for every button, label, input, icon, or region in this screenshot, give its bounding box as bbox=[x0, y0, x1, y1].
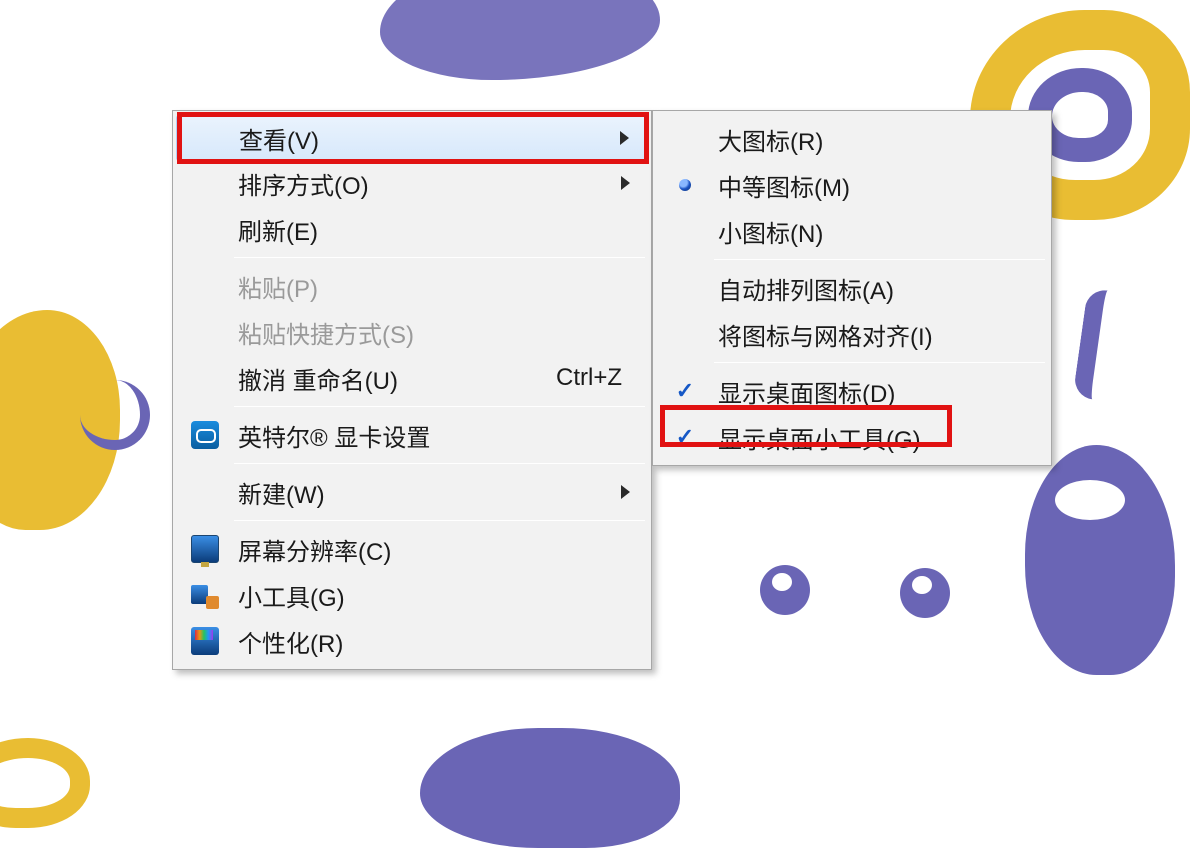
menu-item-label: 新建(W) bbox=[234, 475, 648, 510]
menu-item-new[interactable]: 新建(W) bbox=[176, 469, 648, 515]
menu-item-label: 粘贴快捷方式(S) bbox=[234, 315, 648, 350]
menu-item-label: 中等图标(M) bbox=[714, 168, 1048, 203]
wallpaper-shape bbox=[420, 728, 680, 848]
menu-item-label: 撤消 重命名(U) bbox=[234, 361, 556, 396]
menu-separator bbox=[234, 406, 645, 407]
menu-item-label: 英特尔® 显卡设置 bbox=[234, 418, 648, 453]
submenu-item-medium-icons[interactable]: 中等图标(M) bbox=[656, 162, 1048, 208]
view-submenu: 大图标(R) 中等图标(M) 小图标(N) 自动排列图标(A) 将图标与网格对齐… bbox=[652, 110, 1052, 466]
menu-item-sort[interactable]: 排序方式(O) bbox=[176, 160, 648, 206]
desktop-context-menu: 查看(V) 排序方式(O) 刷新(E) 粘贴(P) 粘贴快捷方式(S) 撤消 重… bbox=[172, 110, 652, 670]
menu-item-label: 自动排列图标(A) bbox=[714, 271, 1048, 306]
menu-item-label: 粘贴(P) bbox=[234, 269, 648, 304]
menu-item-label: 将图标与网格对齐(I) bbox=[714, 317, 1048, 352]
radio-selected-icon bbox=[679, 179, 691, 191]
menu-item-refresh[interactable]: 刷新(E) bbox=[176, 206, 648, 252]
menu-separator bbox=[234, 520, 645, 521]
menu-item-paste-shortcut: 粘贴快捷方式(S) bbox=[176, 309, 648, 355]
menu-item-view[interactable]: 查看(V) bbox=[176, 115, 648, 161]
wallpaper-shape bbox=[760, 565, 810, 615]
submenu-item-large-icons[interactable]: 大图标(R) bbox=[656, 116, 1048, 162]
menu-separator bbox=[714, 259, 1045, 260]
menu-item-paste: 粘贴(P) bbox=[176, 263, 648, 309]
menu-separator bbox=[714, 362, 1045, 363]
submenu-arrow-icon bbox=[621, 176, 630, 190]
personalize-icon bbox=[191, 627, 219, 655]
menu-item-label: 小工具(G) bbox=[234, 578, 648, 613]
menu-item-label: 屏幕分辨率(C) bbox=[234, 532, 648, 567]
menu-item-label: 小图标(N) bbox=[714, 214, 1048, 249]
menu-item-gadgets[interactable]: 小工具(G) bbox=[176, 572, 648, 618]
menu-item-screen-resolution[interactable]: 屏幕分辨率(C) bbox=[176, 526, 648, 572]
submenu-arrow-icon bbox=[621, 485, 630, 499]
menu-item-label: 个性化(R) bbox=[234, 624, 648, 659]
submenu-item-show-desktop-icons[interactable]: ✓ 显示桌面图标(D) bbox=[656, 368, 1048, 414]
menu-separator bbox=[234, 463, 645, 464]
menu-item-shortcut: Ctrl+Z bbox=[556, 364, 648, 392]
menu-item-label: 刷新(E) bbox=[234, 212, 648, 247]
wallpaper-shape bbox=[1073, 288, 1128, 402]
gadget-icon bbox=[191, 581, 219, 609]
checkmark-icon: ✓ bbox=[676, 424, 694, 450]
submenu-item-align-to-grid[interactable]: 将图标与网格对齐(I) bbox=[656, 311, 1048, 357]
submenu-item-small-icons[interactable]: 小图标(N) bbox=[656, 208, 1048, 254]
menu-item-label: 排序方式(O) bbox=[234, 166, 648, 201]
wallpaper-shape bbox=[0, 310, 120, 530]
checkmark-icon: ✓ bbox=[676, 378, 694, 404]
menu-item-label: 显示桌面小工具(G) bbox=[714, 420, 1048, 455]
menu-separator bbox=[234, 257, 645, 258]
wallpaper-shape bbox=[380, 0, 660, 80]
menu-item-intel-graphics[interactable]: 英特尔® 显卡设置 bbox=[176, 412, 648, 458]
menu-item-label: 查看(V) bbox=[235, 121, 647, 156]
submenu-arrow-icon bbox=[620, 131, 629, 145]
menu-item-label: 大图标(R) bbox=[714, 122, 1048, 157]
wallpaper-shape bbox=[900, 568, 950, 618]
menu-item-label: 显示桌面图标(D) bbox=[714, 374, 1048, 409]
submenu-item-show-desktop-gadgets[interactable]: ✓ 显示桌面小工具(G) bbox=[656, 414, 1048, 460]
wallpaper-shape bbox=[0, 738, 90, 828]
wallpaper-shape bbox=[1025, 445, 1175, 675]
intel-icon bbox=[191, 421, 219, 449]
menu-item-personalize[interactable]: 个性化(R) bbox=[176, 618, 648, 664]
monitor-icon bbox=[191, 535, 219, 563]
menu-item-undo-rename[interactable]: 撤消 重命名(U) Ctrl+Z bbox=[176, 355, 648, 401]
submenu-item-auto-arrange[interactable]: 自动排列图标(A) bbox=[656, 265, 1048, 311]
